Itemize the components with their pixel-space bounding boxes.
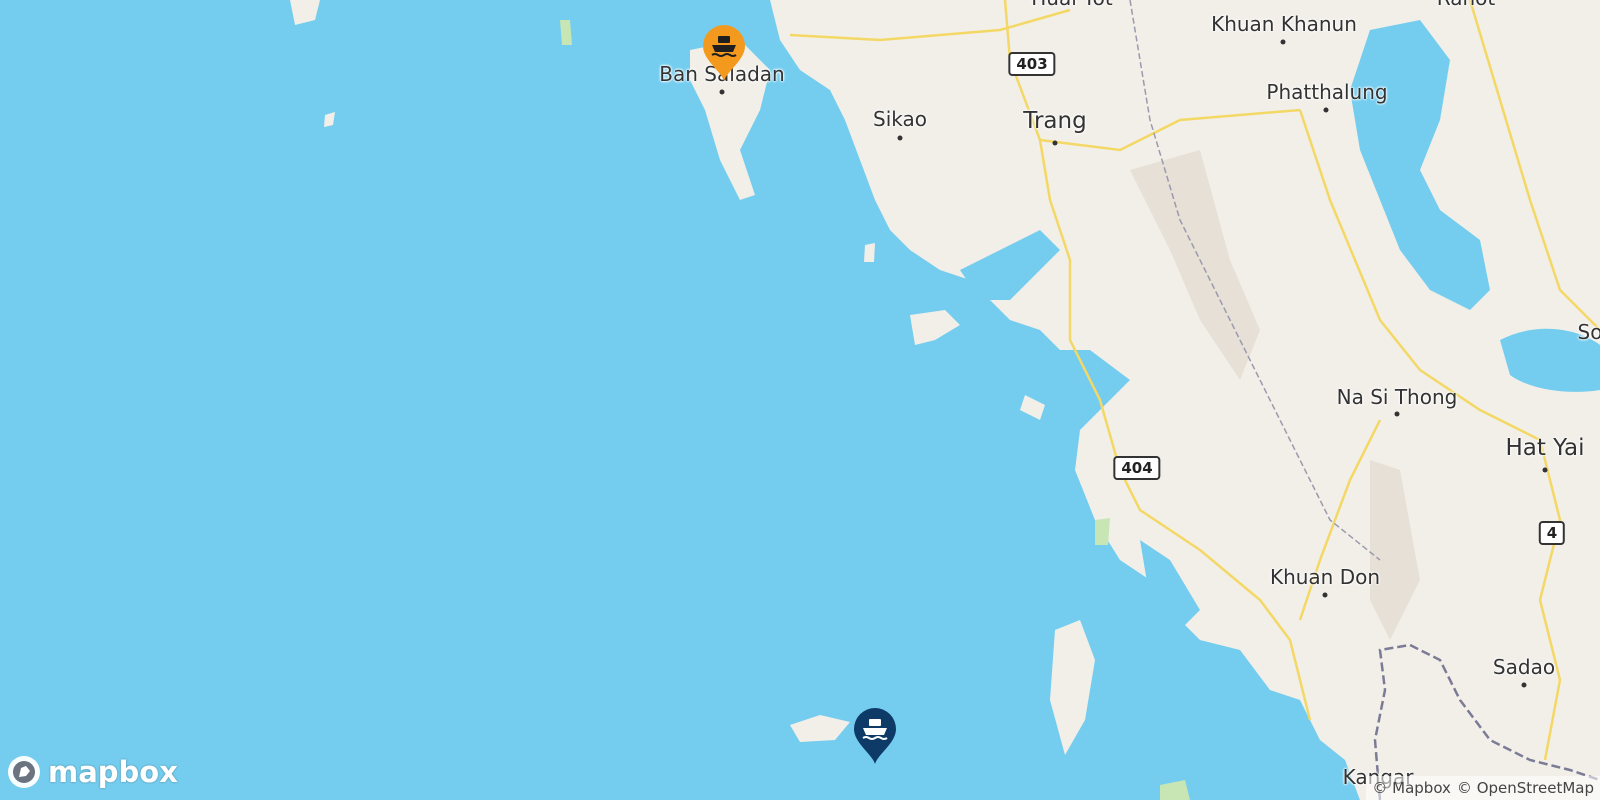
place-label-phatthalung: Phatthalung [1266, 80, 1388, 104]
road-shield-403: 403 [1008, 52, 1056, 76]
place-dot [719, 89, 725, 95]
place-dot [1521, 682, 1527, 688]
place-label-hat-yai: Hat Yai [1505, 435, 1585, 461]
place-dot [1052, 140, 1058, 146]
road-shield-4: 4 [1538, 521, 1566, 545]
attribution-mapbox-link[interactable]: © Mapbox [1372, 779, 1451, 797]
place-dot [1542, 467, 1548, 473]
origin-ferry-marker[interactable] [699, 24, 749, 82]
map-attribution: © Mapbox © OpenStreetMap [1366, 776, 1600, 800]
island [1095, 518, 1110, 545]
place-dot [1322, 592, 1328, 598]
place-label-sadao: Sadao [1492, 655, 1556, 679]
place-label-khuan-khanun: Khuan Khanun [1211, 12, 1357, 36]
place-label-songkhla: So [1577, 320, 1600, 344]
destination-ferry-marker[interactable] [850, 707, 900, 765]
mapbox-logo-text: mapbox [48, 755, 178, 789]
place-label-trang: Trang [1023, 108, 1087, 134]
place-dot [1394, 411, 1400, 417]
island [560, 20, 572, 45]
road-shield-404: 404 [1113, 456, 1161, 480]
place-label-ranot: Ranot [1437, 0, 1495, 10]
place-label-khuan-don: Khuan Don [1269, 565, 1381, 589]
place-dot [897, 135, 903, 141]
mapbox-logo-icon [8, 756, 40, 788]
place-label-sikao: Sikao [873, 107, 927, 131]
island [864, 243, 875, 262]
mapbox-logo[interactable]: mapbox [6, 754, 178, 790]
place-label-huai-yot: Huai Yot [1031, 0, 1113, 10]
place-label-na-si-thong: Na Si Thong [1336, 385, 1458, 409]
attribution-osm-link[interactable]: © OpenStreetMap [1457, 779, 1594, 797]
place-dot [1280, 39, 1286, 45]
place-dot [1323, 107, 1329, 113]
